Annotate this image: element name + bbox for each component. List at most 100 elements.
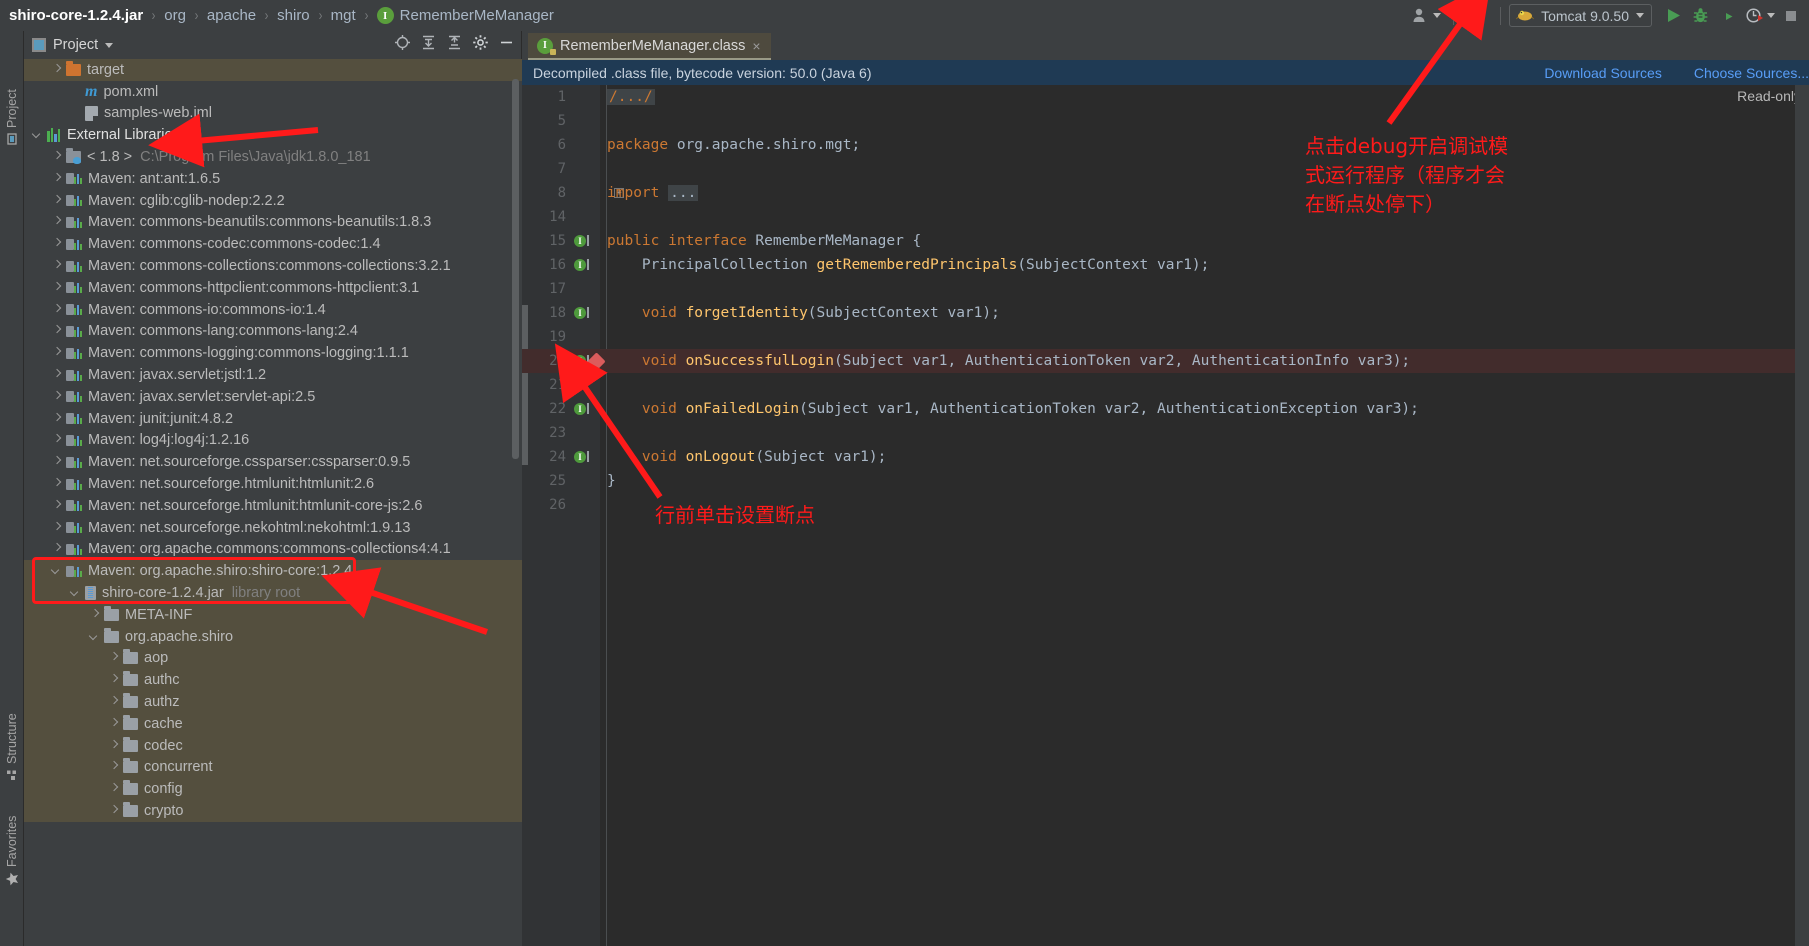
- tree-node[interactable]: cache: [24, 712, 522, 735]
- tree-node[interactable]: Maven: org.apache.shiro:shiro-core:1.2.4: [24, 560, 522, 583]
- chevron-right-icon[interactable]: [51, 216, 63, 228]
- tree-node[interactable]: Maven: org.apache.commons:commons-collec…: [24, 539, 522, 561]
- project-tree-scrollbar[interactable]: [512, 79, 519, 459]
- tree-node[interactable]: Maven: cglib:cglib-nodep:2.2.2: [24, 190, 522, 212]
- code-line[interactable]: 17: [522, 277, 1809, 301]
- locate-icon[interactable]: [394, 34, 411, 56]
- chevron-right-icon[interactable]: [51, 151, 63, 163]
- chevron-right-icon[interactable]: [108, 740, 120, 752]
- chevron-right-icon[interactable]: [51, 434, 63, 446]
- chevron-right-icon[interactable]: [51, 195, 63, 207]
- editor-scrollbar[interactable]: [1795, 85, 1809, 946]
- tree-node[interactable]: shiro-core-1.2.4.jar library root: [24, 582, 522, 604]
- code-line[interactable]: 21: [522, 373, 1809, 397]
- chevron-down-icon[interactable]: [32, 129, 44, 141]
- chevron-right-icon[interactable]: [108, 805, 120, 817]
- chevron-right-icon[interactable]: [51, 500, 63, 512]
- code-line[interactable]: 16 I PrincipalCollection getRememberedPri…: [522, 253, 1809, 277]
- chevron-right-icon[interactable]: [108, 718, 120, 730]
- chevron-right-icon[interactable]: [51, 543, 63, 555]
- chevron-down-icon[interactable]: [51, 565, 63, 577]
- banner-link-1[interactable]: Choose Sources...: [1694, 65, 1809, 81]
- implementation-marker-icon[interactable]: I: [574, 259, 589, 271]
- chevron-down-icon[interactable]: [70, 587, 82, 599]
- tool-window-favorites[interactable]: Favorites: [0, 791, 24, 886]
- code-line[interactable]: 15 Ipublic interface RememberMeManager {: [522, 229, 1809, 253]
- chevron-down-icon[interactable]: [1767, 13, 1775, 18]
- tree-node[interactable]: concurrent: [24, 756, 522, 779]
- banner-link-0[interactable]: Download Sources: [1544, 65, 1662, 81]
- tree-node[interactable]: target: [24, 59, 522, 81]
- breadcrumb-item-1[interactable]: org: [164, 7, 186, 24]
- chevron-right-icon[interactable]: [51, 260, 63, 272]
- tree-node[interactable]: Maven: net.sourceforge.cssparser:csspars…: [24, 451, 522, 473]
- tool-window-structure[interactable]: Structure: [0, 691, 24, 781]
- chevron-right-icon[interactable]: [51, 391, 63, 403]
- stop-button[interactable]: [1779, 3, 1803, 29]
- chevron-right-icon[interactable]: [51, 325, 63, 337]
- tree-node[interactable]: Maven: commons-lang:commons-lang:2.4: [24, 321, 522, 343]
- code-line[interactable]: 24 I void onLogout(Subject var1);: [522, 445, 1809, 469]
- implementation-marker-icon[interactable]: I: [574, 355, 589, 367]
- chevron-right-icon[interactable]: [108, 761, 120, 773]
- user-icon[interactable]: [1408, 3, 1445, 29]
- code-line[interactable]: 20 I void onSuccessfulLogin(Subject var1,…: [522, 349, 1809, 373]
- tree-node[interactable]: Maven: commons-beanutils:commons-beanuti…: [24, 212, 522, 234]
- tool-window-project[interactable]: Project: [0, 65, 24, 145]
- tree-node[interactable]: authz: [24, 691, 522, 713]
- tree-node[interactable]: authc: [24, 669, 522, 692]
- tree-node[interactable]: org.apache.shiro: [24, 625, 522, 648]
- chevron-right-icon[interactable]: [51, 347, 63, 359]
- tree-node[interactable]: META-INF: [24, 603, 522, 626]
- project-tree[interactable]: target m pom.xml samples-web.iml External Li…: [24, 59, 522, 946]
- debug-button[interactable]: [1687, 3, 1714, 29]
- implementation-marker-icon[interactable]: I: [574, 307, 589, 319]
- breadcrumb-item-3[interactable]: shiro: [277, 7, 310, 24]
- code-line[interactable]: 6 package org.apache.shiro.mgt;: [522, 133, 1809, 157]
- tree-node[interactable]: < 1.8 > C:\Program Files\Java\jdk1.8.0_18…: [24, 146, 522, 168]
- chevron-right-icon[interactable]: [51, 173, 63, 185]
- chevron-right-icon[interactable]: [108, 696, 120, 708]
- code-line[interactable]: 5: [522, 109, 1809, 133]
- implementation-marker-icon[interactable]: I: [574, 451, 589, 463]
- code-line[interactable]: 22 I void onFailedLogin(Subject var1, Aut…: [522, 397, 1809, 421]
- tree-node[interactable]: aop: [24, 647, 522, 670]
- hide-icon[interactable]: [498, 34, 515, 56]
- expand-all-icon[interactable]: [420, 34, 437, 56]
- code-line[interactable]: 19: [522, 325, 1809, 349]
- update-project-icon[interactable]: [1462, 3, 1492, 29]
- tree-node[interactable]: Maven: commons-httpclient:commons-httpcl…: [24, 277, 522, 299]
- tree-node[interactable]: config: [24, 778, 522, 801]
- breadcrumb-item-4[interactable]: mgt: [331, 7, 356, 24]
- implementation-marker-icon[interactable]: I: [574, 403, 589, 415]
- breadcrumb-item-5[interactable]: I RememberMeManager: [376, 7, 554, 24]
- implementation-marker-icon[interactable]: I: [574, 235, 589, 247]
- tree-node[interactable]: Maven: javax.servlet:servlet-api:2.5: [24, 386, 522, 408]
- chevron-right-icon[interactable]: [51, 456, 63, 468]
- tree-node[interactable]: Maven: commons-collections:commons-colle…: [24, 255, 522, 277]
- tree-node[interactable]: Maven: junit:junit:4.8.2: [24, 408, 522, 430]
- chevron-right-icon[interactable]: [51, 304, 63, 316]
- close-icon[interactable]: ×: [752, 38, 760, 54]
- tree-node[interactable]: Maven: commons-io:commons-io:1.4: [24, 299, 522, 321]
- breakpoint-icon[interactable]: [587, 351, 606, 371]
- tree-node[interactable]: crypto: [24, 800, 522, 822]
- run-configuration-selector[interactable]: Tomcat 9.0.50: [1509, 4, 1652, 27]
- tree-node[interactable]: Maven: commons-logging:commons-logging:1…: [24, 342, 522, 364]
- chevron-right-icon[interactable]: [51, 413, 63, 425]
- tree-node[interactable]: Maven: javax.servlet:jstl:1.2: [24, 364, 522, 386]
- code-line[interactable]: 1+/.../: [522, 85, 1809, 109]
- code-line[interactable]: 23: [522, 421, 1809, 445]
- tree-node[interactable]: Maven: net.sourceforge.nekohtml:nekohtml…: [24, 517, 522, 539]
- settings-icon[interactable]: [472, 34, 489, 56]
- chevron-right-icon[interactable]: [108, 674, 120, 686]
- chevron-right-icon[interactable]: [51, 369, 63, 381]
- breadcrumb-item-2[interactable]: apache: [207, 7, 256, 24]
- tree-node[interactable]: Maven: net.sourceforge.htmlunit:htmlunit…: [24, 495, 522, 517]
- chevron-down-icon[interactable]: [105, 42, 114, 48]
- tree-node[interactable]: codec: [24, 734, 522, 757]
- chevron-down-icon[interactable]: [89, 631, 101, 643]
- chevron-right-icon[interactable]: [51, 238, 63, 250]
- editor-tab-remembermemanager[interactable]: I RememberMeManager.class ×: [528, 33, 771, 60]
- chevron-right-icon[interactable]: [51, 282, 63, 294]
